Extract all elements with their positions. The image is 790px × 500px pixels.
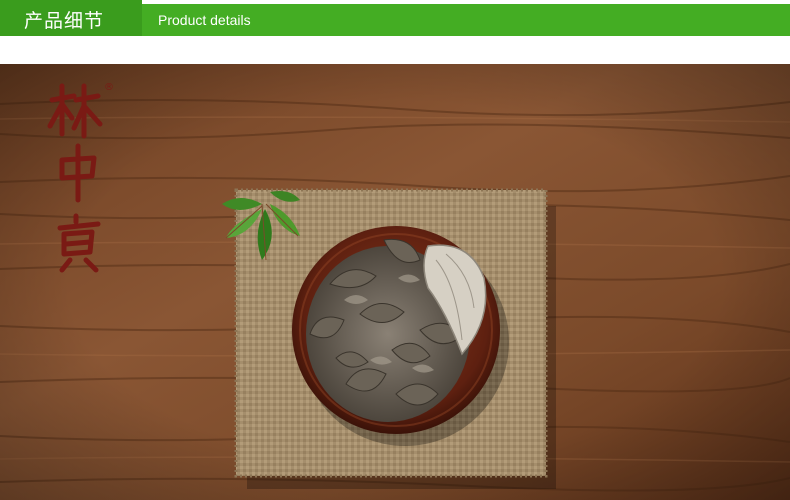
section-header: 产品细节 Product details bbox=[0, 0, 790, 36]
header-title-en: Product details bbox=[158, 12, 251, 28]
header-bar: Product details bbox=[142, 4, 790, 36]
product-photo: ® bbox=[0, 64, 790, 500]
product-photo-image: ® bbox=[0, 64, 790, 500]
header-tab: 产品细节 bbox=[0, 0, 142, 36]
header-title-cn: 产品细节 bbox=[24, 10, 105, 32]
registered-mark: ® bbox=[104, 82, 114, 93]
